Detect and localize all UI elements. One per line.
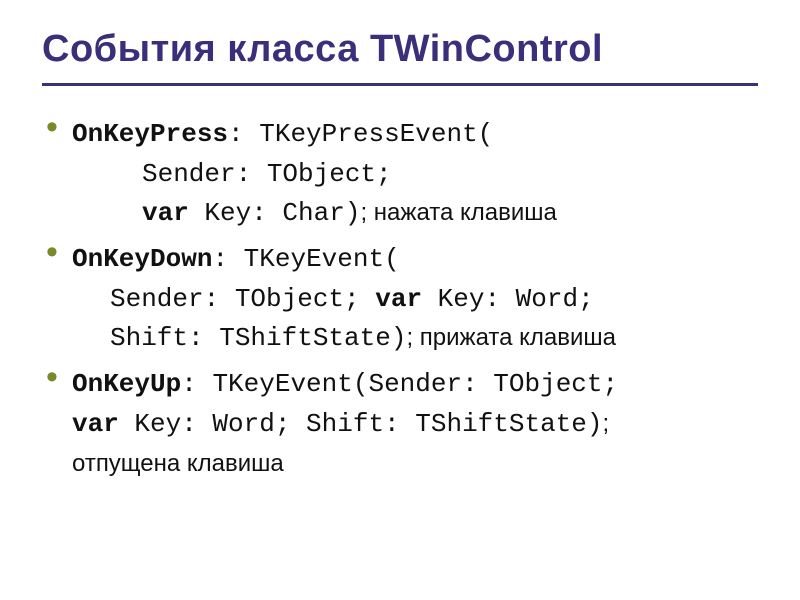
list-item: OnKeyUp: TKeyEvent(Sender: TObject; var … (46, 364, 758, 481)
list-item: OnKeyDown: TKeyEvent( Sender: TObject; v… (46, 239, 758, 358)
note-text: ; (603, 410, 610, 437)
page-title: События класса TWinControl (42, 28, 758, 71)
param-line: Key: Word; (422, 284, 594, 314)
list-item: OnKeyPress: TKeyPressEvent( Sender: TObj… (46, 114, 758, 233)
note-text: ; прижата клавиша (406, 324, 616, 351)
slide: События класса TWinControl OnKeyPress: T… (0, 0, 800, 507)
param-line: Shift: TShiftState) (110, 323, 406, 353)
param-line: Sender: TObject; (142, 159, 392, 189)
note-text: отпущена клавиша (72, 450, 284, 477)
keyword-var: var (72, 409, 119, 439)
event-type: TKeyPressEvent( (259, 119, 493, 149)
code-block: OnKeyUp: TKeyEvent(Sender: TObject; var … (72, 364, 758, 481)
colon: : (228, 119, 259, 149)
content-list: OnKeyPress: TKeyPressEvent( Sender: TObj… (42, 114, 758, 481)
param-line: Key: Char) (189, 198, 361, 228)
keyword-var: var (142, 198, 189, 228)
event-type: TKeyEvent( (244, 244, 400, 274)
keyword-var: var (375, 284, 422, 314)
event-name: OnKeyDown (72, 244, 212, 274)
event-name: OnKeyPress (72, 119, 228, 149)
title-underline (42, 83, 758, 86)
note-text: ; нажата клавиша (360, 199, 556, 226)
colon: : (212, 244, 243, 274)
event-name: OnKeyUp (72, 369, 181, 399)
code-block: OnKeyPress: TKeyPressEvent( Sender: TObj… (72, 114, 758, 233)
param-line: Key: Word; Shift: TShiftState) (119, 409, 603, 439)
code-block: OnKeyDown: TKeyEvent( Sender: TObject; v… (72, 239, 758, 358)
event-type: TKeyEvent(Sender: TObject; (212, 369, 618, 399)
param-line: Sender: TObject; (110, 284, 375, 314)
colon: : (181, 369, 212, 399)
